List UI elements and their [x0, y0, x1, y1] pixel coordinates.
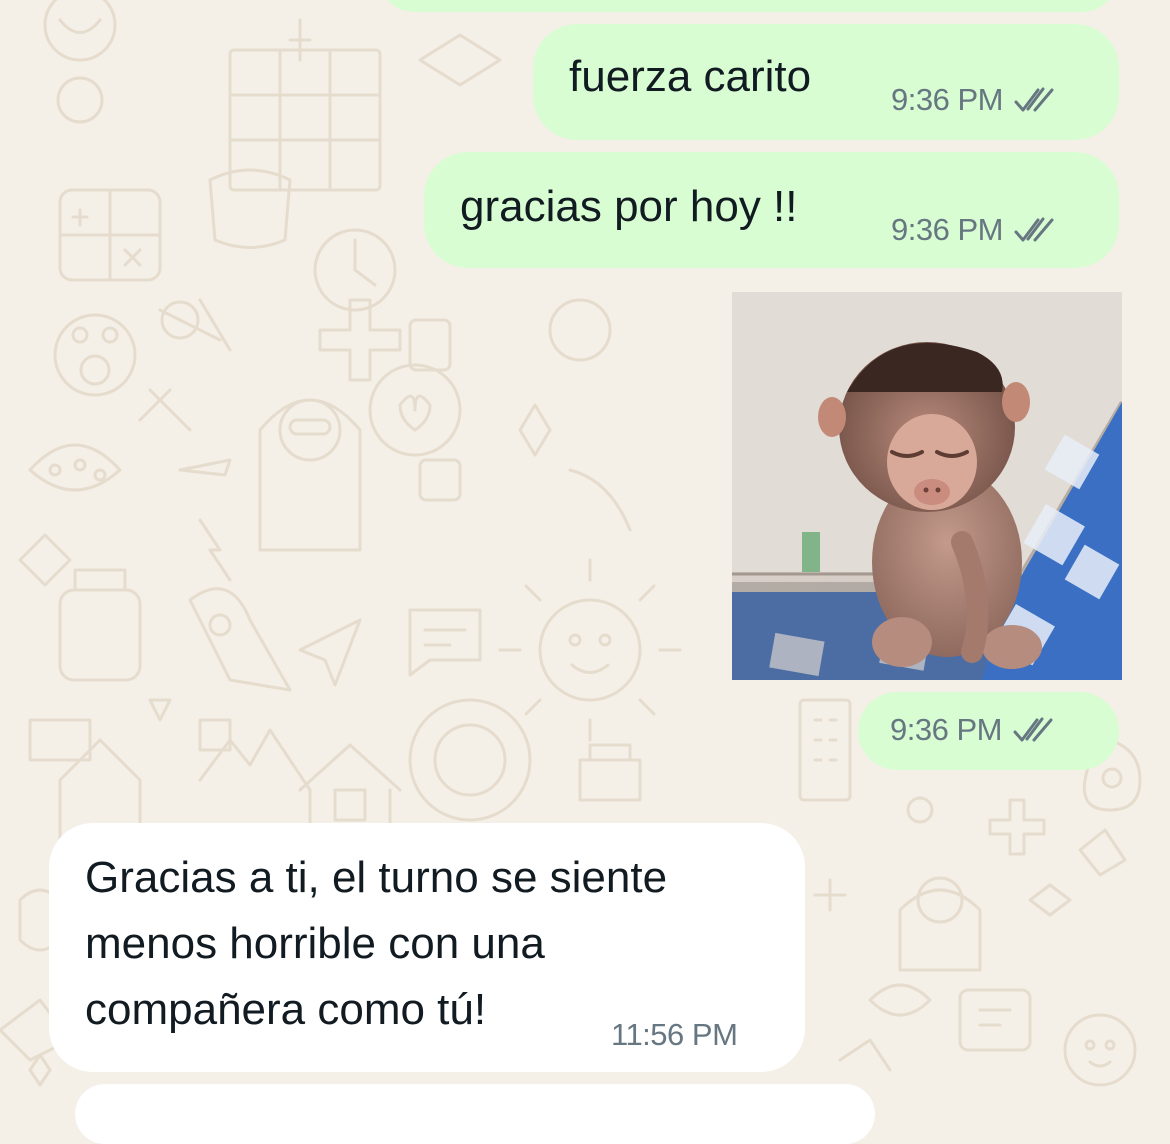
- message-text: gracias por hoy !!: [460, 182, 798, 231]
- double-check-icon: [1013, 717, 1053, 742]
- incoming-message-bubble[interactable]: Gracias a ti, el turno se siente menos h…: [49, 823, 805, 1072]
- double-check-icon: [1014, 87, 1054, 112]
- outgoing-message-bubble[interactable]: fuerza carito 9:36 PM: [533, 24, 1119, 140]
- message-time: 9:36 PM: [891, 82, 1003, 117]
- message-text-line: menos horrible con una: [85, 919, 545, 968]
- message-text-line: Gracias a ti, el turno se siente: [85, 853, 668, 902]
- message-text-line: compañera como tú!: [85, 985, 487, 1034]
- sticker-meta-bubble[interactable]: 9:36 PM: [858, 692, 1119, 770]
- outgoing-message-bubble[interactable]: gracias por hoy !! 9:36 PM: [424, 152, 1119, 268]
- message-time: 11:56 PM: [611, 1017, 738, 1052]
- next-message-bubble[interactable]: [75, 1084, 875, 1144]
- message-meta: 9:36 PM: [891, 212, 1055, 248]
- message-time: 9:36 PM: [890, 712, 1002, 747]
- message-meta: 9:36 PM: [891, 82, 1055, 118]
- previous-message-bubble[interactable]: [378, 0, 1118, 12]
- message-meta: 9:36 PM: [890, 712, 1054, 748]
- sleepy-baby-monkey-sticker[interactable]: [732, 292, 1122, 680]
- message-time: 9:36 PM: [891, 212, 1003, 247]
- double-check-icon: [1014, 217, 1054, 242]
- message-meta: 11:56 PM: [611, 1017, 738, 1053]
- message-text: fuerza carito: [569, 52, 812, 101]
